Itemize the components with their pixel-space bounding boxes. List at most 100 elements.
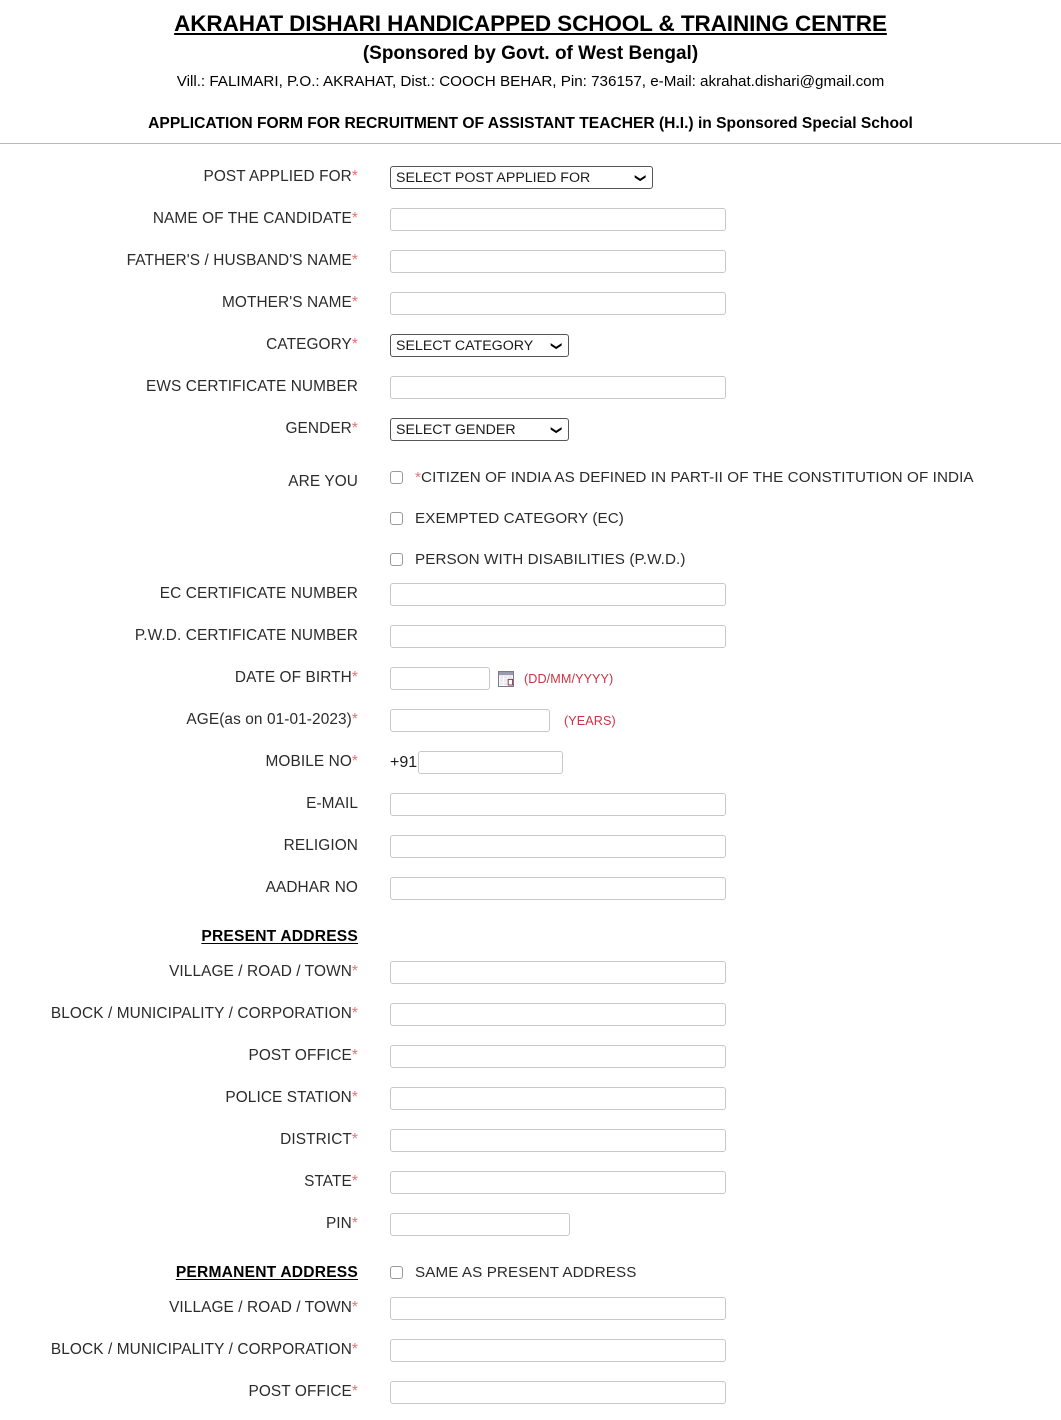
label-present-post-office: POST OFFICE* [0, 1042, 358, 1065]
organization-address: Vill.: FALIMARI, P.O.: AKRAHAT, Dist.: C… [176, 72, 885, 90]
present-pin-input[interactable] [390, 1213, 570, 1237]
label-email: E-MAIL [306, 794, 358, 812]
mothers-name-input[interactable] [390, 292, 726, 316]
select-post-applied-for[interactable]: SELECT POST APPLIED FOR [390, 166, 653, 190]
label-text: MOTHER'S NAME [221, 293, 352, 311]
select-wrapper-category: SELECT CATEGORY ❮ [390, 334, 569, 358]
ews-certificate-number-input[interactable] [390, 376, 726, 400]
age-unit-hint: (YEARS) [564, 713, 616, 728]
label-present-district: DISTRICT* [0, 1126, 358, 1149]
control-gender: SELECT GENDER ❮ [358, 415, 1061, 445]
email-input[interactable] [390, 793, 726, 817]
select-gender[interactable]: SELECT GENDER [390, 418, 569, 442]
checkbox-person-with-disabilities[interactable] [390, 552, 403, 566]
field-row-religion: RELIGION [0, 832, 1061, 874]
field-row-pwd-certificate-number: P.W.D. CERTIFICATE NUMBER [0, 622, 1061, 664]
name-of-candidate-input[interactable] [390, 208, 726, 232]
field-row-date-of-birth: DATE OF BIRTH* (DD/MM/YYYY) [0, 664, 1061, 706]
field-row-present-block-municipality-corporation: BLOCK / MUNICIPALITY / CORPORATION* [0, 1000, 1061, 1042]
permanent-block-municipality-corporation-input[interactable] [390, 1339, 726, 1363]
label-date-of-birth: DATE OF BIRTH* [0, 664, 358, 687]
label-mobile-no: MOBILE NO* [0, 748, 358, 771]
present-post-office-input[interactable] [390, 1045, 726, 1069]
label-text: FATHER'S / HUSBAND'S NAME [126, 251, 352, 269]
label-text: AGE(as on 01-01-2023) [186, 710, 352, 728]
control-date-of-birth: (DD/MM/YYYY) [358, 664, 1061, 694]
present-state-input[interactable] [390, 1171, 726, 1195]
present-village-road-town-input[interactable] [390, 961, 726, 985]
fathers-husbands-name-input[interactable] [390, 250, 726, 274]
field-row-gender: GENDER* SELECT GENDER ❮ [0, 415, 1061, 457]
label-present-village-road-town: VILLAGE / ROAD / TOWN* [0, 958, 358, 981]
permanent-post-office-input[interactable] [390, 1381, 726, 1405]
control-present-village-road-town [358, 958, 1061, 988]
aadhar-no-input[interactable] [390, 877, 726, 901]
permanent-village-road-town-input[interactable] [390, 1297, 726, 1321]
field-row-name-of-candidate: NAME OF THE CANDIDATE* [0, 205, 1061, 247]
same-as-present-address-label: SAME AS PRESENT ADDRESS [415, 1264, 637, 1282]
present-block-municipality-corporation-input[interactable] [390, 1003, 726, 1027]
are-you-checkbox-group: *CITIZEN OF INDIA AS DEFINED IN PART-II … [358, 457, 1061, 580]
select-category[interactable]: SELECT CATEGORY [390, 334, 569, 358]
label-text: MOBILE NO [265, 752, 352, 770]
present-district-input[interactable] [390, 1129, 726, 1153]
are-you-option-person-with-disabilities[interactable]: PERSON WITH DISABILITIES (P.W.D.) [390, 539, 1061, 580]
control-post-applied-for: SELECT POST APPLIED FOR ❮ [358, 163, 1061, 193]
present-police-station-input[interactable] [390, 1087, 726, 1111]
field-row-email: E-MAIL [0, 790, 1061, 832]
label-text: VILLAGE / ROAD / TOWN [169, 962, 352, 980]
field-row-present-police-station: POLICE STATION* [0, 1084, 1061, 1126]
label-text: STATE [304, 1172, 352, 1190]
field-row-aadhar-no: AADHAR NO [0, 874, 1061, 916]
age-input[interactable] [390, 709, 550, 733]
calendar-icon[interactable] [498, 670, 514, 687]
control-category: SELECT CATEGORY ❮ [358, 331, 1061, 361]
control-name-of-candidate [358, 205, 1061, 235]
label-text: GENDER [285, 419, 352, 437]
date-of-birth-input[interactable] [390, 667, 490, 691]
checkbox-citizen-of-india[interactable] [390, 470, 403, 484]
label-text: BLOCK / MUNICIPALITY / CORPORATION [50, 1004, 352, 1022]
application-form: POST APPLIED FOR* SELECT POST APPLIED FO… [0, 144, 1061, 1420]
label-age: AGE(as on 01-01-2023)* [0, 706, 358, 729]
label-text: PIN [325, 1214, 352, 1232]
are-you-option-exempted-category[interactable]: EXEMPTED CATEGORY (EC) [390, 498, 1061, 539]
control-fathers-husbands-name [358, 247, 1061, 277]
label-text: POST APPLIED FOR [203, 167, 352, 185]
label-text: VILLAGE / ROAD / TOWN [169, 1298, 352, 1316]
control-permanent-village-road-town [358, 1294, 1061, 1324]
section-heading-present-address: PRESENT ADDRESS [201, 927, 358, 945]
label-religion: RELIGION [283, 836, 358, 854]
checkbox-exempted-category[interactable] [390, 511, 403, 525]
field-row-permanent-post-office: POST OFFICE* [0, 1378, 1061, 1420]
label-text: CATEGORY [266, 335, 352, 353]
control-permanent-post-office [358, 1378, 1061, 1408]
select-wrapper-gender: SELECT GENDER ❮ [390, 418, 569, 442]
pwd-certificate-number-input[interactable] [390, 625, 726, 649]
label-text: BLOCK / MUNICIPALITY / CORPORATION [50, 1340, 352, 1358]
control-present-pin [358, 1210, 1061, 1240]
field-row-ews-certificate-number: EWS CERTIFICATE NUMBER [0, 373, 1061, 415]
control-age: (YEARS) [358, 706, 1061, 736]
are-you-option-citizen[interactable]: *CITIZEN OF INDIA AS DEFINED IN PART-II … [390, 457, 1061, 498]
control-present-block-municipality-corporation [358, 1000, 1061, 1030]
same-as-present-address-row[interactable]: SAME AS PRESENT ADDRESS [358, 1264, 1061, 1281]
label-text: POST OFFICE [248, 1382, 352, 1400]
label-permanent-post-office: POST OFFICE* [0, 1378, 358, 1401]
label-ews-certificate-number: EWS CERTIFICATE NUMBER [146, 377, 358, 395]
label-post-applied-for: POST APPLIED FOR* [0, 163, 358, 186]
ec-certificate-number-input[interactable] [390, 583, 726, 607]
checkbox-same-as-present-address[interactable] [390, 1266, 403, 1280]
are-you-option-label: EXEMPTED CATEGORY (EC) [415, 509, 624, 527]
field-row-post-applied-for: POST APPLIED FOR* SELECT POST APPLIED FO… [0, 163, 1061, 205]
mobile-no-input[interactable] [418, 751, 564, 775]
control-email [358, 790, 1061, 820]
label-pwd-certificate-number: P.W.D. CERTIFICATE NUMBER [134, 626, 358, 644]
field-row-present-post-office: POST OFFICE* [0, 1042, 1061, 1084]
page-title: APPLICATION FORM FOR RECRUITMENT OF ASSI… [148, 114, 913, 132]
label-ec-certificate-number: EC CERTIFICATE NUMBER [159, 584, 358, 602]
control-permanent-block-municipality-corporation [358, 1336, 1061, 1366]
religion-input[interactable] [390, 835, 726, 859]
field-row-present-district: DISTRICT* [0, 1126, 1061, 1168]
label-permanent-village-road-town: VILLAGE / ROAD / TOWN* [0, 1294, 358, 1317]
